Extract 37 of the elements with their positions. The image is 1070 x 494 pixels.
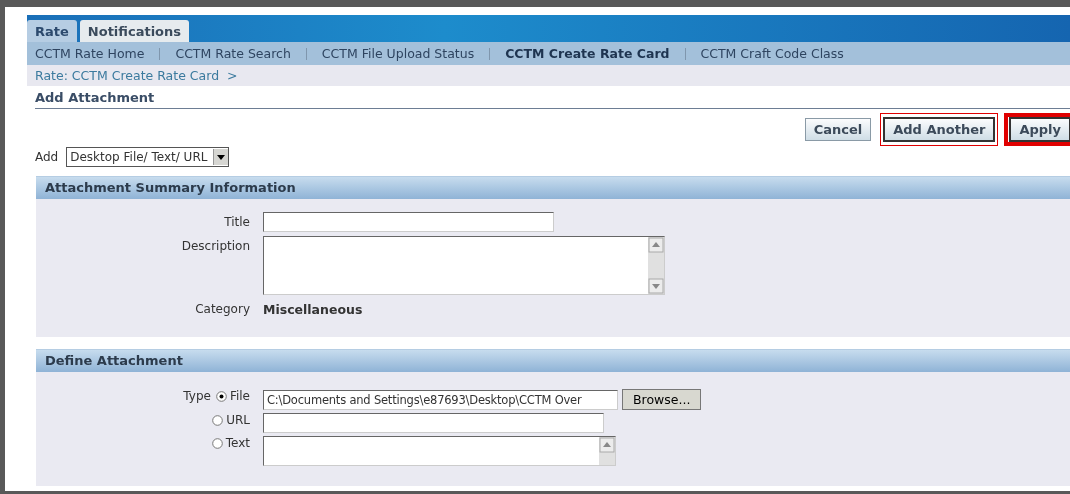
cancel-button[interactable]: Cancel <box>804 118 872 141</box>
field-label: Type <box>183 389 211 403</box>
browse-button[interactable]: Browse... <box>622 389 702 410</box>
radio-label: URL <box>226 413 250 427</box>
radio-button[interactable] <box>215 390 227 402</box>
field-label: Title <box>224 214 250 229</box>
breadcrumb-separator: > <box>227 68 238 83</box>
breadcrumb-link[interactable]: Rate: CCTM Create Rate Card <box>35 68 220 83</box>
file-path-input[interactable]: C:\Documents and Settings\e87693\Desktop\CCTM Over <box>263 389 618 410</box>
subnav-link[interactable]: CCTM Rate Search <box>175 46 291 61</box>
url-input[interactable] <box>263 413 604 433</box>
radio-label: File <box>229 389 250 403</box>
radio-button[interactable] <box>211 437 223 449</box>
section-header: Attachment Summary Information <box>36 176 1070 199</box>
scroll-up-icon[interactable] <box>648 237 664 253</box>
subnav-link[interactable]: CCTM File Upload Status <box>321 46 475 61</box>
subnav-link[interactable]: CCTM Craft Code Class <box>700 46 844 61</box>
add-another-button[interactable]: Add Another <box>883 117 996 142</box>
add-dropdown[interactable]: Desktop File/ Text/ URL <box>66 147 230 167</box>
field-label: Add <box>35 150 59 164</box>
subnav-link[interactable]: CCTM Rate Home <box>35 46 145 61</box>
apply-button[interactable]: Apply <box>1009 117 1070 142</box>
subnav-link[interactable]: CCTM Create Rate Card <box>505 46 670 61</box>
field-label: Category <box>195 301 250 316</box>
scroll-down-icon[interactable] <box>648 278 664 294</box>
radio-label: Text <box>225 436 250 450</box>
description-textarea[interactable] <box>263 236 665 295</box>
text-textarea[interactable] <box>263 436 616 466</box>
field-label: Description <box>181 238 250 253</box>
tab[interactable]: Notifications <box>79 20 190 42</box>
radio-button[interactable] <box>212 414 224 426</box>
title-input[interactable] <box>263 212 554 232</box>
section-header: Define Attachment <box>36 349 1070 372</box>
tab[interactable]: Rate <box>27 20 77 42</box>
scroll-up-icon[interactable] <box>599 437 615 453</box>
category-value: Miscellaneous <box>263 301 364 317</box>
page-heading: Add Attachment <box>35 90 1070 109</box>
